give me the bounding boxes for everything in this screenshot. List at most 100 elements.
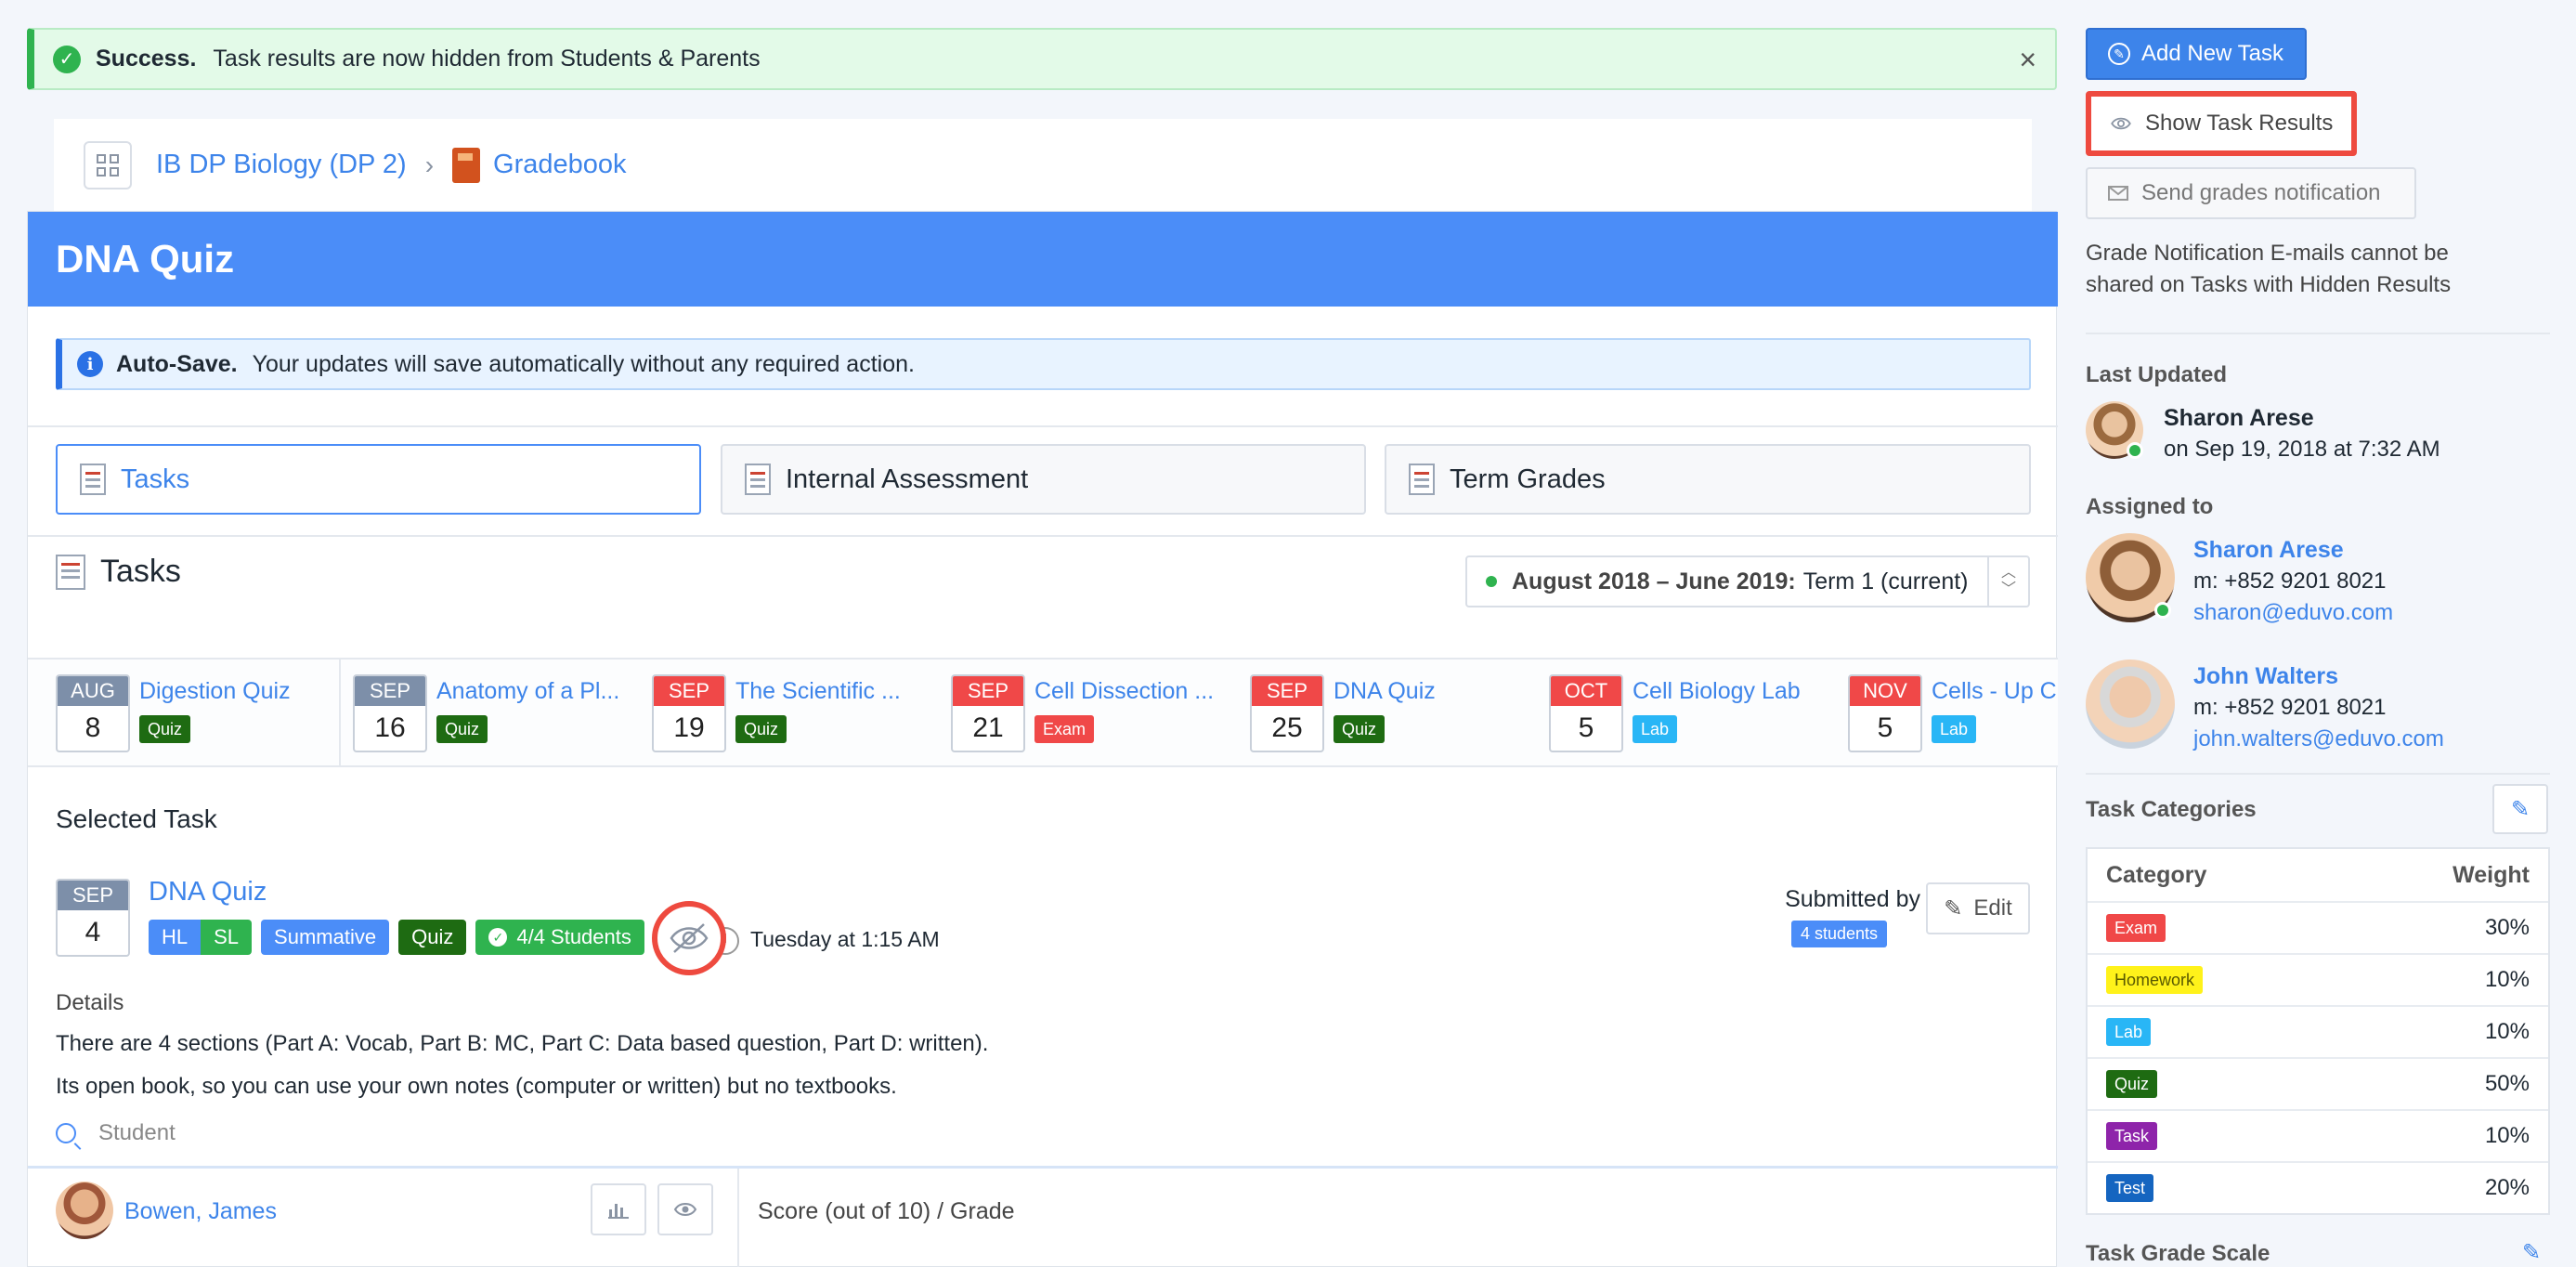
timeline-task[interactable]: SEP 19 The Scientific ... Quiz	[652, 674, 930, 758]
tab-term-grades[interactable]: Term Grades	[1385, 444, 2031, 515]
breadcrumb-gradebook-link[interactable]: Gradebook	[493, 150, 627, 180]
task-name-link[interactable]: DNA Quiz	[1334, 678, 1436, 705]
students-badge: ✓ 4/4 Students	[475, 920, 644, 955]
timeline-task[interactable]: SEP 21 Cell Dissection ... Exam	[951, 674, 1229, 758]
task-name-link[interactable]: Cell Dissection ...	[1034, 678, 1214, 705]
task-date: SEP 16	[353, 674, 427, 752]
tasks-heading: Tasks	[56, 554, 181, 590]
task-type-badge: Lab	[1633, 715, 1678, 743]
envelope-icon	[2108, 186, 2128, 201]
category-weight: 10%	[2484, 967, 2530, 992]
table-row: Homework 10%	[2088, 953, 2548, 1005]
show-results-label: Show Task Results	[2145, 111, 2334, 136]
chart-button[interactable]	[591, 1183, 646, 1235]
edit-button[interactable]: ✎ Edit	[1926, 882, 2030, 934]
assignee-name-link[interactable]: Sharon Arese	[2193, 537, 2344, 564]
assignee-name-link[interactable]: John Walters	[2193, 663, 2338, 690]
alert-title: Success.	[96, 46, 197, 72]
timeline-task[interactable]: NOV 5 Cells - Up C Lab	[1848, 674, 2058, 758]
score-label: Score (out of 10) / Grade	[758, 1198, 1015, 1224]
add-task-button[interactable]: ✎ Add New Task	[2086, 28, 2307, 80]
term-name: Term 1 (current)	[1802, 568, 1969, 594]
sort-arrows-icon[interactable]: ︿ ﹀	[1987, 557, 2028, 606]
category-weight: 30%	[2484, 915, 2530, 940]
pencil-icon[interactable]: ✎	[2522, 1239, 2541, 1266]
assignee-email-link[interactable]: john.walters@eduvo.com	[2193, 726, 2444, 752]
success-alert: ✓ Success. Task results are now hidden f…	[27, 28, 2057, 90]
details-line: Its open book, so you can use your own n…	[56, 1074, 897, 1099]
task-month: AUG	[58, 676, 128, 706]
last-updated-label: Last Updated	[2086, 362, 2228, 387]
chevron-right-icon: ›	[424, 150, 435, 179]
eye-slash-icon[interactable]	[652, 901, 726, 975]
table-header: Category Weight	[2088, 849, 2548, 901]
task-date: NOV 5	[1848, 674, 1922, 752]
notebook-icon	[745, 464, 771, 495]
assignee-email-link[interactable]: sharon@eduvo.com	[2193, 600, 2393, 626]
tab-term-grades-label: Term Grades	[1450, 464, 1606, 494]
table-row: Lab 10%	[2088, 1005, 2548, 1057]
task-date: AUG 8	[56, 674, 130, 752]
current-term-dot	[1486, 576, 1497, 587]
timeline-task[interactable]: OCT 5 Cell Biology Lab Lab	[1549, 674, 1828, 758]
selected-task-badges: HL SL Summative Quiz ✓ 4/4 Students	[149, 920, 644, 955]
tab-tasks[interactable]: Tasks	[56, 444, 701, 515]
task-month: SEP	[355, 676, 425, 706]
grid-menu-button[interactable]	[84, 140, 132, 189]
pencil-icon: ✎	[1944, 895, 1963, 921]
sl-badge: SL	[201, 920, 253, 955]
tab-internal-assessment[interactable]: Internal Assessment	[721, 444, 1366, 515]
gradebook-icon	[452, 147, 481, 183]
timeline-task[interactable]: SEP 16 Anatomy of a Pl... Quiz	[353, 674, 631, 758]
task-name-link[interactable]: Digestion Quiz	[139, 678, 291, 705]
timeline-task[interactable]: AUG 8 Digestion Quiz Quiz	[56, 674, 334, 758]
timeline-task[interactable]: SEP 25 DNA Quiz Quiz	[1250, 674, 1529, 758]
selected-task-name[interactable]: DNA Quiz	[149, 877, 267, 908]
table-row: Task 10%	[2088, 1109, 2548, 1161]
view-button[interactable]	[657, 1183, 713, 1235]
send-grades-button[interactable]: Send grades notification	[2086, 167, 2416, 219]
close-icon[interactable]: ×	[2019, 45, 2036, 74]
student-name-link[interactable]: Bowen, James	[124, 1198, 277, 1225]
task-day: 21	[972, 712, 1004, 743]
alert-message: Task results are now hidden from Student…	[213, 46, 761, 72]
autosave-title: Auto-Save.	[116, 350, 238, 377]
search-input[interactable]: Student	[98, 1120, 176, 1146]
category-weight: 10%	[2484, 1123, 2530, 1148]
task-categories-label: Task Categories	[2086, 797, 2257, 822]
category-badge: Quiz	[2106, 1070, 2158, 1098]
search-icon	[56, 1123, 76, 1143]
task-name-link[interactable]: The Scientific ...	[735, 678, 901, 705]
task-month: OCT	[1551, 676, 1621, 706]
task-name-link[interactable]: Cells - Up C	[1932, 678, 2057, 705]
submitted-count-badge[interactable]: 4 students	[1791, 921, 1888, 947]
category-badge: Lab	[2106, 1018, 2152, 1046]
details-line: There are 4 sections (Part A: Vocab, Par…	[56, 1031, 989, 1056]
edit-categories-button[interactable]: ✎	[2492, 784, 2548, 834]
info-icon: i	[77, 351, 103, 377]
category-badge: Exam	[2106, 914, 2166, 942]
task-name-link[interactable]: Anatomy of a Pl...	[436, 678, 619, 705]
add-task-label: Add New Task	[2141, 41, 2283, 66]
task-name-link[interactable]: Cell Biology Lab	[1633, 678, 1801, 705]
category-weight: 10%	[2484, 1019, 2530, 1044]
term-selector[interactable]: August 2018 – June 2019: Term 1 (current…	[1465, 555, 2030, 607]
category-column-header: Category	[2106, 861, 2207, 888]
students-count: 4/4 Students	[516, 925, 631, 948]
table-row: Quiz 50%	[2088, 1057, 2548, 1109]
edit-circle-icon: ✎	[2108, 43, 2130, 65]
check-circle-icon: ✓	[488, 928, 508, 947]
category-weight: 20%	[2484, 1175, 2530, 1200]
show-results-button[interactable]: Show Task Results	[2086, 91, 2357, 156]
task-month: SEP	[1252, 676, 1322, 706]
bar-chart-icon	[608, 1204, 629, 1219]
notepad-icon	[80, 464, 106, 495]
breadcrumb-course-link[interactable]: IB DP Biology (DP 2)	[156, 150, 407, 180]
avatar	[2086, 660, 2175, 749]
student-search[interactable]: Student	[56, 1120, 176, 1146]
edit-label: Edit	[1973, 895, 2012, 921]
task-timeline: AUG 8 Digestion Quiz Quiz SEP 16 Anatomy of a …	[28, 658, 2058, 767]
page-title: DNA Quiz	[28, 212, 2058, 307]
task-day: 5	[1877, 712, 1893, 743]
task-type-badge: Quiz	[139, 715, 191, 743]
